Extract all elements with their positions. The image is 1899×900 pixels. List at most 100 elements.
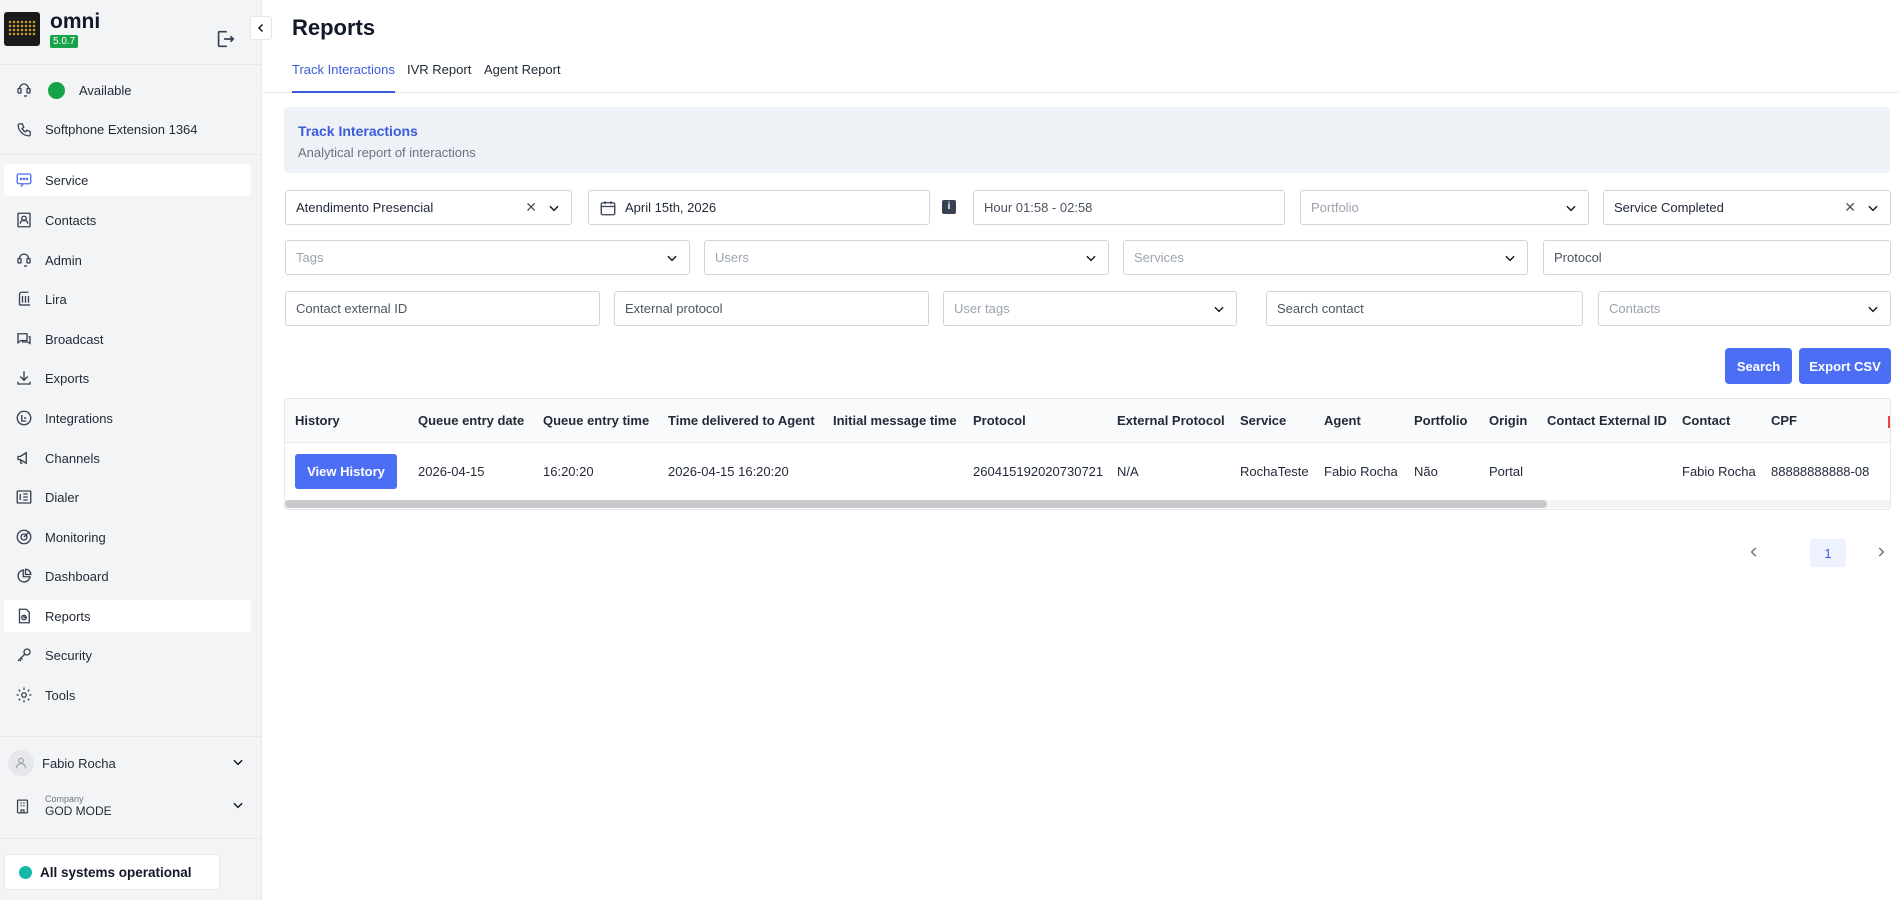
column-header[interactable]: Portfolio	[1414, 413, 1467, 428]
chevron-down-icon	[549, 205, 559, 211]
status-select[interactable]: Service Completed ✕	[1603, 190, 1891, 225]
softphone-item[interactable]: Softphone Extension 1364	[4, 113, 251, 145]
external-protocol-input[interactable]: External protocol	[614, 291, 929, 326]
collapse-sidebar-button[interactable]	[250, 16, 272, 40]
horizontal-scrollbar[interactable]	[285, 500, 1890, 508]
column-header[interactable]: Time delivered to Agent	[668, 413, 815, 428]
column-header[interactable]: Contact External ID	[1547, 413, 1667, 428]
download-icon	[14, 368, 34, 388]
sidebar: omni 5.0.7 Available Softphone Extension…	[0, 0, 272, 900]
column-header[interactable]: Initial message time	[833, 413, 957, 428]
banner-title: Track Interactions	[298, 123, 418, 139]
sidebar-item-label: Tools	[45, 687, 76, 703]
user-name: Fabio Rocha	[42, 755, 116, 771]
clear-icon[interactable]: ✕	[525, 199, 537, 216]
app-version-badge: 5.0.7	[50, 35, 79, 48]
page-number-button[interactable]: 1	[1810, 539, 1846, 567]
date-picker[interactable]: April 15th, 2026	[588, 190, 930, 225]
sidebar-item-label: Dialer	[45, 489, 79, 505]
tags-placeholder: Tags	[296, 250, 324, 265]
sidebar-item-broadcast[interactable]: Broadcast	[4, 323, 251, 355]
column-header[interactable]: CPF	[1771, 413, 1797, 428]
column-header[interactable]: Service	[1240, 413, 1286, 428]
portfolio-placeholder: Portfolio	[1311, 200, 1359, 215]
sidebar-item-integrations[interactable]: Integrations	[4, 402, 251, 434]
contact-external-id-input[interactable]: Contact external ID	[285, 291, 600, 326]
sidebar-item-exports[interactable]: Exports	[4, 362, 251, 394]
table-cell: Fabio Rocha	[1682, 464, 1756, 479]
company-selector[interactable]: Company GOD MODE	[4, 788, 251, 824]
table-cell: Portal	[1489, 464, 1523, 479]
sidebar-item-lira[interactable]: Lira	[4, 283, 251, 315]
column-header[interactable]: External Protocol	[1117, 413, 1225, 428]
target-icon	[14, 527, 34, 547]
export-csv-button[interactable]: Export CSV	[1799, 348, 1891, 384]
sidebar-item-admin[interactable]: Admin	[4, 244, 251, 276]
sidebar-item-label: Admin	[45, 252, 82, 268]
sidebar-item-monitoring[interactable]: Monitoring	[4, 521, 251, 553]
contacts-select[interactable]: Contacts	[1598, 291, 1891, 326]
report-tabs: Track Interactions IVR Report Agent Repo…	[263, 58, 1899, 93]
column-header[interactable]: Queue entry time	[543, 413, 649, 428]
users-select[interactable]: Users	[704, 240, 1109, 275]
services-select[interactable]: Services	[1123, 240, 1528, 275]
broadcast-icon	[14, 329, 34, 349]
chevron-down-icon	[1868, 306, 1878, 312]
tab-ivr-report[interactable]: IVR Report	[407, 58, 471, 93]
system-status-badge[interactable]: All systems operational	[4, 854, 220, 890]
search-contact-input[interactable]: Search contact	[1266, 291, 1583, 326]
protocol-input[interactable]: Protocol	[1543, 240, 1891, 275]
chevron-down-icon	[1505, 255, 1515, 261]
status-indicator	[19, 865, 32, 879]
chevron-right-icon	[1878, 547, 1885, 557]
chat-icon	[14, 170, 34, 190]
sidebar-item-contacts[interactable]: Contacts	[4, 204, 251, 236]
view-history-button[interactable]: View History	[295, 454, 397, 489]
column-header[interactable]: History	[295, 413, 340, 428]
phone-icon	[14, 119, 34, 139]
sidebar-item-security[interactable]: Security	[4, 639, 251, 671]
tags-select[interactable]: Tags	[285, 240, 690, 275]
sidebar-item-label: Service	[45, 172, 89, 188]
logout-icon[interactable]	[214, 28, 236, 50]
info-icon[interactable]: i	[942, 200, 956, 214]
next-page-button[interactable]	[1870, 538, 1892, 566]
sidebar-item-dialer[interactable]: Dialer	[4, 481, 251, 513]
clear-icon[interactable]: ✕	[1844, 199, 1856, 216]
tab-track-interactions[interactable]: Track Interactions	[292, 58, 395, 93]
service-type-select[interactable]: Atendimento Presencial ✕	[285, 190, 572, 225]
column-header[interactable]: Protocol	[973, 413, 1026, 428]
search-button[interactable]: Search	[1725, 348, 1792, 384]
dialer-icon	[14, 487, 34, 507]
date-value: April 15th, 2026	[625, 200, 717, 215]
hour-range-input[interactable]: Hour 01:58 - 02:58	[973, 190, 1285, 225]
column-header[interactable]: Agent	[1324, 413, 1361, 428]
system-status-label: All systems operational	[40, 864, 192, 880]
sidebar-item-reports[interactable]: Reports	[4, 600, 251, 632]
portfolio-select[interactable]: Portfolio	[1300, 190, 1589, 225]
column-header[interactable]: Queue entry date	[418, 413, 524, 428]
admin-icon	[14, 250, 34, 270]
user-tags-select[interactable]: User tags	[943, 291, 1237, 326]
sidebar-item-label: Security	[45, 647, 92, 663]
chevron-down-icon	[231, 755, 245, 772]
gear-icon	[14, 685, 34, 705]
user-tags-placeholder: User tags	[954, 301, 1010, 316]
previous-page-button[interactable]	[1743, 538, 1765, 566]
sidebar-item-tools[interactable]: Tools	[4, 679, 251, 711]
services-placeholder: Services	[1134, 250, 1184, 265]
tab-agent-report[interactable]: Agent Report	[484, 58, 561, 93]
sidebar-item-dashboard[interactable]: Dashboard	[4, 560, 251, 592]
sidebar-item-service[interactable]: Service	[4, 164, 251, 196]
user-menu[interactable]: Fabio Rocha	[4, 747, 251, 779]
status-selector[interactable]: Available	[4, 74, 251, 106]
scrollbar-thumb[interactable]	[285, 500, 1547, 508]
chevron-down-icon	[1214, 306, 1224, 312]
main-content: Reports Track Interactions IVR Report Ag…	[263, 0, 1899, 900]
chevron-down-icon	[1086, 255, 1096, 261]
column-header[interactable]: Contact	[1682, 413, 1730, 428]
chevron-down-icon	[1566, 205, 1576, 211]
table-cell: 88888888888-08	[1771, 464, 1870, 479]
sidebar-item-channels[interactable]: Channels	[4, 442, 251, 474]
column-header[interactable]: Origin	[1489, 413, 1527, 428]
